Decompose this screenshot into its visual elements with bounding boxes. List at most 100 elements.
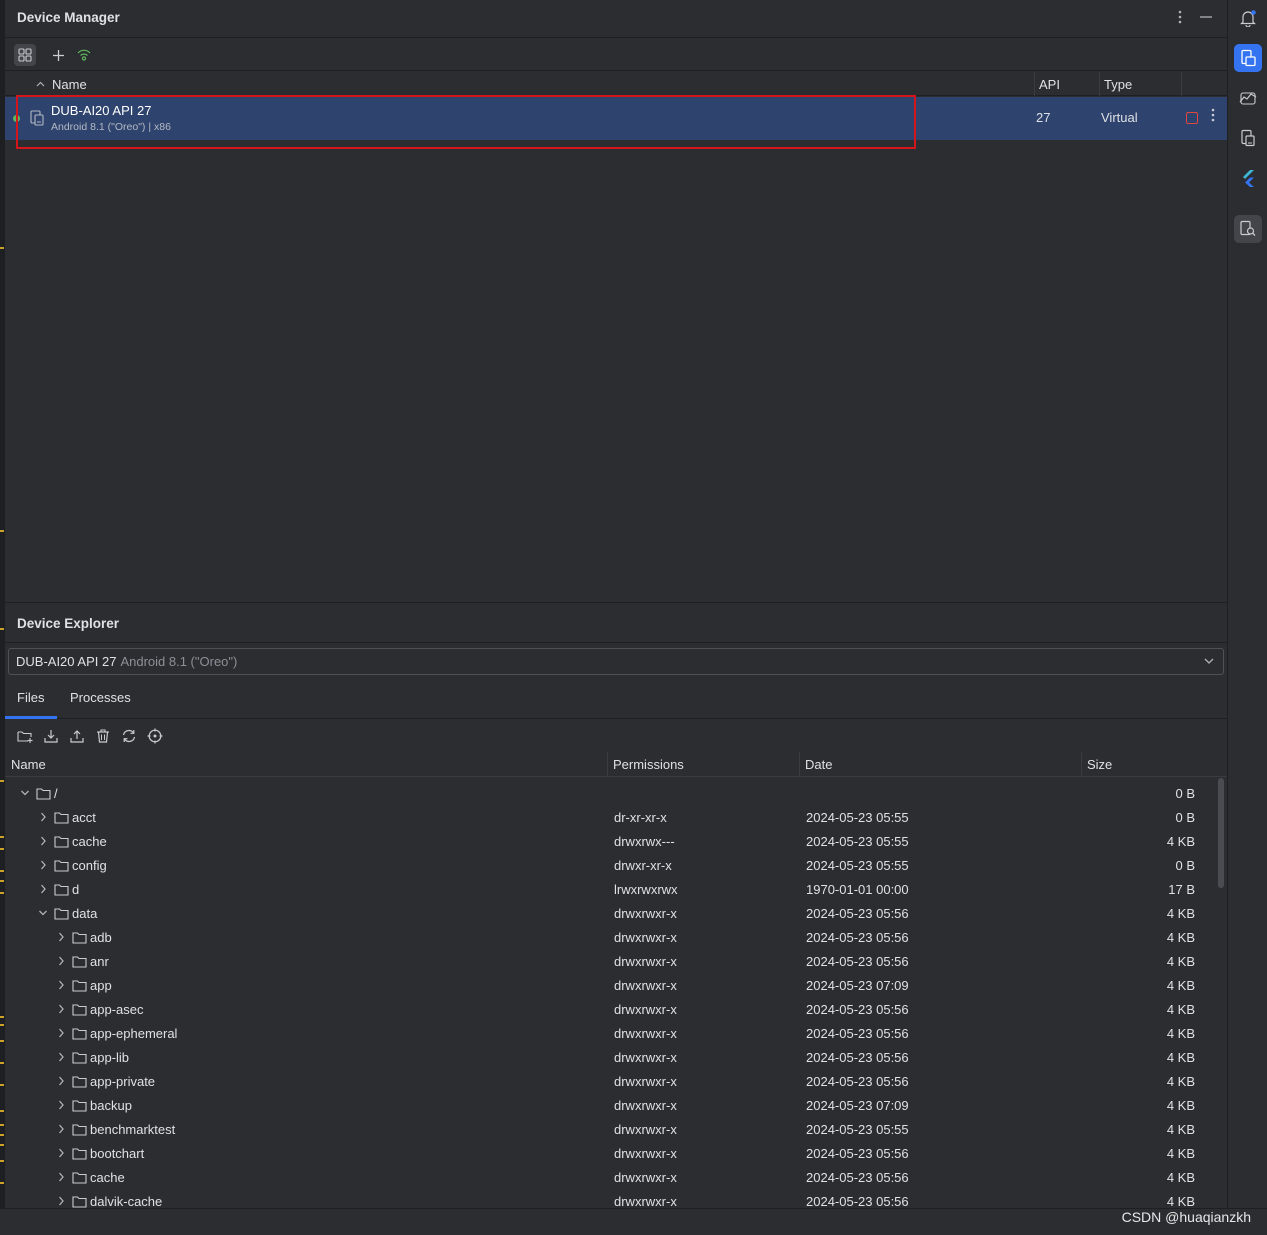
chevron-right-icon[interactable] [56, 1075, 66, 1087]
gutter-marker [0, 1144, 4, 1146]
file-row[interactable]: app-lib drwxrwxr-x 2024-05-23 05:56 4 KB [5, 1046, 1215, 1070]
status-footer [0, 1208, 1267, 1235]
column-file-name[interactable]: Name [11, 757, 46, 772]
file-size: 4 KB [1166, 954, 1195, 969]
file-row[interactable]: cache drwxrwxr-x 2024-05-23 05:56 4 KB [5, 1166, 1215, 1190]
file-row[interactable]: backup drwxrwxr-x 2024-05-23 07:09 4 KB [5, 1094, 1215, 1118]
delete-icon[interactable] [94, 727, 112, 745]
folder-icon [72, 1004, 87, 1016]
chevron-right-icon[interactable] [56, 1027, 66, 1039]
column-type[interactable]: Type [1104, 77, 1132, 92]
file-row[interactable]: d lrwxrwxrwx 1970-01-01 00:00 17 B [5, 878, 1215, 902]
file-row[interactable]: data drwxrwxr-x 2024-05-23 05:56 4 KB [5, 902, 1215, 926]
file-row[interactable]: adb drwxrwxr-x 2024-05-23 05:56 4 KB [5, 926, 1215, 950]
gutter-marker [0, 1182, 4, 1184]
save-as-icon[interactable] [42, 727, 60, 745]
tab-files[interactable]: Files [17, 690, 44, 705]
sort-ascending-icon[interactable] [36, 81, 45, 87]
minimize-icon[interactable] [1196, 9, 1216, 29]
selector-value: DUB-AI20 API 27 Android 8.1 ("Oreo") [16, 654, 237, 669]
new-folder-icon[interactable] [16, 727, 34, 745]
file-permissions: drwxrwxr-x [614, 978, 677, 993]
folder-icon [36, 788, 51, 800]
folder-icon [72, 1028, 87, 1040]
gutter-marker [0, 880, 4, 882]
file-date: 2024-05-23 05:56 [806, 1146, 909, 1161]
gutter-marker [0, 1084, 4, 1086]
folder-icon [72, 932, 87, 944]
file-date: 2024-05-23 05:55 [806, 834, 909, 849]
chevron-right-icon[interactable] [56, 1123, 66, 1135]
group-devices-button[interactable] [14, 44, 36, 66]
file-permissions: drwxrwxr-x [614, 1002, 677, 1017]
chevron-right-icon[interactable] [56, 1171, 66, 1183]
device-more-options-icon[interactable] [1206, 108, 1220, 128]
file-row[interactable]: / 0 B [5, 782, 1215, 806]
more-options-icon[interactable] [1170, 9, 1190, 29]
file-name: app-private [90, 1074, 156, 1089]
chevron-right-icon[interactable] [38, 835, 48, 847]
chevron-right-icon[interactable] [56, 1099, 66, 1111]
chevron-right-icon[interactable] [56, 1147, 66, 1159]
pair-wifi-button[interactable] [73, 44, 95, 66]
column-date[interactable]: Date [805, 757, 832, 772]
add-device-button[interactable] [47, 44, 69, 66]
file-permissions: drwxrwx--- [614, 834, 675, 849]
file-size: 4 KB [1166, 1074, 1195, 1089]
device-manager-icon[interactable] [1234, 44, 1262, 72]
stop-device-button[interactable] [1186, 112, 1198, 124]
upload-icon[interactable] [68, 727, 86, 745]
column-permissions[interactable]: Permissions [613, 757, 684, 772]
wifi-icon [77, 49, 91, 61]
file-row[interactable]: app drwxrwxr-x 2024-05-23 07:09 4 KB [5, 974, 1215, 998]
file-permissions: drwxrwxr-x [614, 1146, 677, 1161]
file-date: 1970-01-01 00:00 [806, 882, 909, 897]
file-date: 2024-05-23 05:56 [806, 1194, 909, 1209]
file-row[interactable]: app-ephemeral drwxrwxr-x 2024-05-23 05:56 4… [5, 1022, 1215, 1046]
locate-icon[interactable] [146, 727, 164, 745]
column-separator [607, 752, 608, 777]
chevron-down-icon[interactable] [20, 787, 30, 799]
file-row[interactable]: dalvik-cache drwxrwxr-x 2024-05-23 05:56 4 … [5, 1190, 1215, 1209]
chevron-right-icon[interactable] [56, 955, 66, 967]
chevron-right-icon[interactable] [38, 859, 48, 871]
file-permissions: drwxrwxr-x [614, 1074, 677, 1089]
chevron-down-icon[interactable] [38, 907, 48, 919]
device-explorer-icon[interactable] [1234, 215, 1262, 243]
flutter-icon[interactable] [1234, 164, 1262, 192]
refresh-icon[interactable] [120, 727, 138, 745]
file-row[interactable]: acct dr-xr-xr-x 2024-05-23 05:55 0 B [5, 806, 1215, 830]
column-api[interactable]: API [1039, 77, 1060, 92]
file-permissions: drwxrwxr-x [614, 906, 677, 921]
device-table-header: Name API Type [5, 72, 1227, 96]
file-row[interactable]: anr drwxrwxr-x 2024-05-23 05:56 4 KB [5, 950, 1215, 974]
file-name: d [72, 882, 80, 897]
chevron-right-icon[interactable] [56, 1003, 66, 1015]
file-row[interactable]: bootchart drwxrwxr-x 2024-05-23 05:56 4 KB [5, 1142, 1215, 1166]
notifications-icon[interactable] [1234, 4, 1262, 32]
column-name[interactable]: Name [52, 77, 87, 92]
file-size: 4 KB [1166, 1098, 1195, 1113]
file-name: backup [90, 1098, 132, 1113]
folder-icon [72, 1100, 87, 1112]
chevron-right-icon[interactable] [38, 811, 48, 823]
file-row[interactable]: app-private drwxrwxr-x 2024-05-23 05:56 4 K… [5, 1070, 1215, 1094]
file-row[interactable]: cache drwxrwx--- 2024-05-23 05:55 4 KB [5, 830, 1215, 854]
chevron-right-icon[interactable] [56, 1195, 66, 1207]
chevron-right-icon[interactable] [56, 1051, 66, 1063]
app-inspection-icon[interactable] [1234, 84, 1262, 112]
chevron-right-icon[interactable] [38, 883, 48, 895]
file-row[interactable]: benchmarktest drwxrwxr-x 2024-05-23 05:55 4… [5, 1118, 1215, 1142]
file-row[interactable]: config drwxr-xr-x 2024-05-23 05:55 0 B [5, 854, 1215, 878]
chevron-right-icon[interactable] [56, 979, 66, 991]
file-date: 2024-05-23 05:56 [806, 954, 909, 969]
device-selector[interactable]: DUB-AI20 API 27 Android 8.1 ("Oreo") [8, 648, 1224, 675]
file-date: 2024-05-23 05:56 [806, 1026, 909, 1041]
chevron-right-icon[interactable] [56, 931, 66, 943]
column-size[interactable]: Size [1087, 757, 1112, 772]
running-devices-icon[interactable] [1234, 124, 1262, 152]
vertical-scrollbar[interactable] [1218, 778, 1224, 888]
file-row[interactable]: app-asec drwxrwxr-x 2024-05-23 05:56 4 KB [5, 998, 1215, 1022]
gutter-marker [0, 848, 4, 850]
tab-processes[interactable]: Processes [70, 690, 131, 705]
